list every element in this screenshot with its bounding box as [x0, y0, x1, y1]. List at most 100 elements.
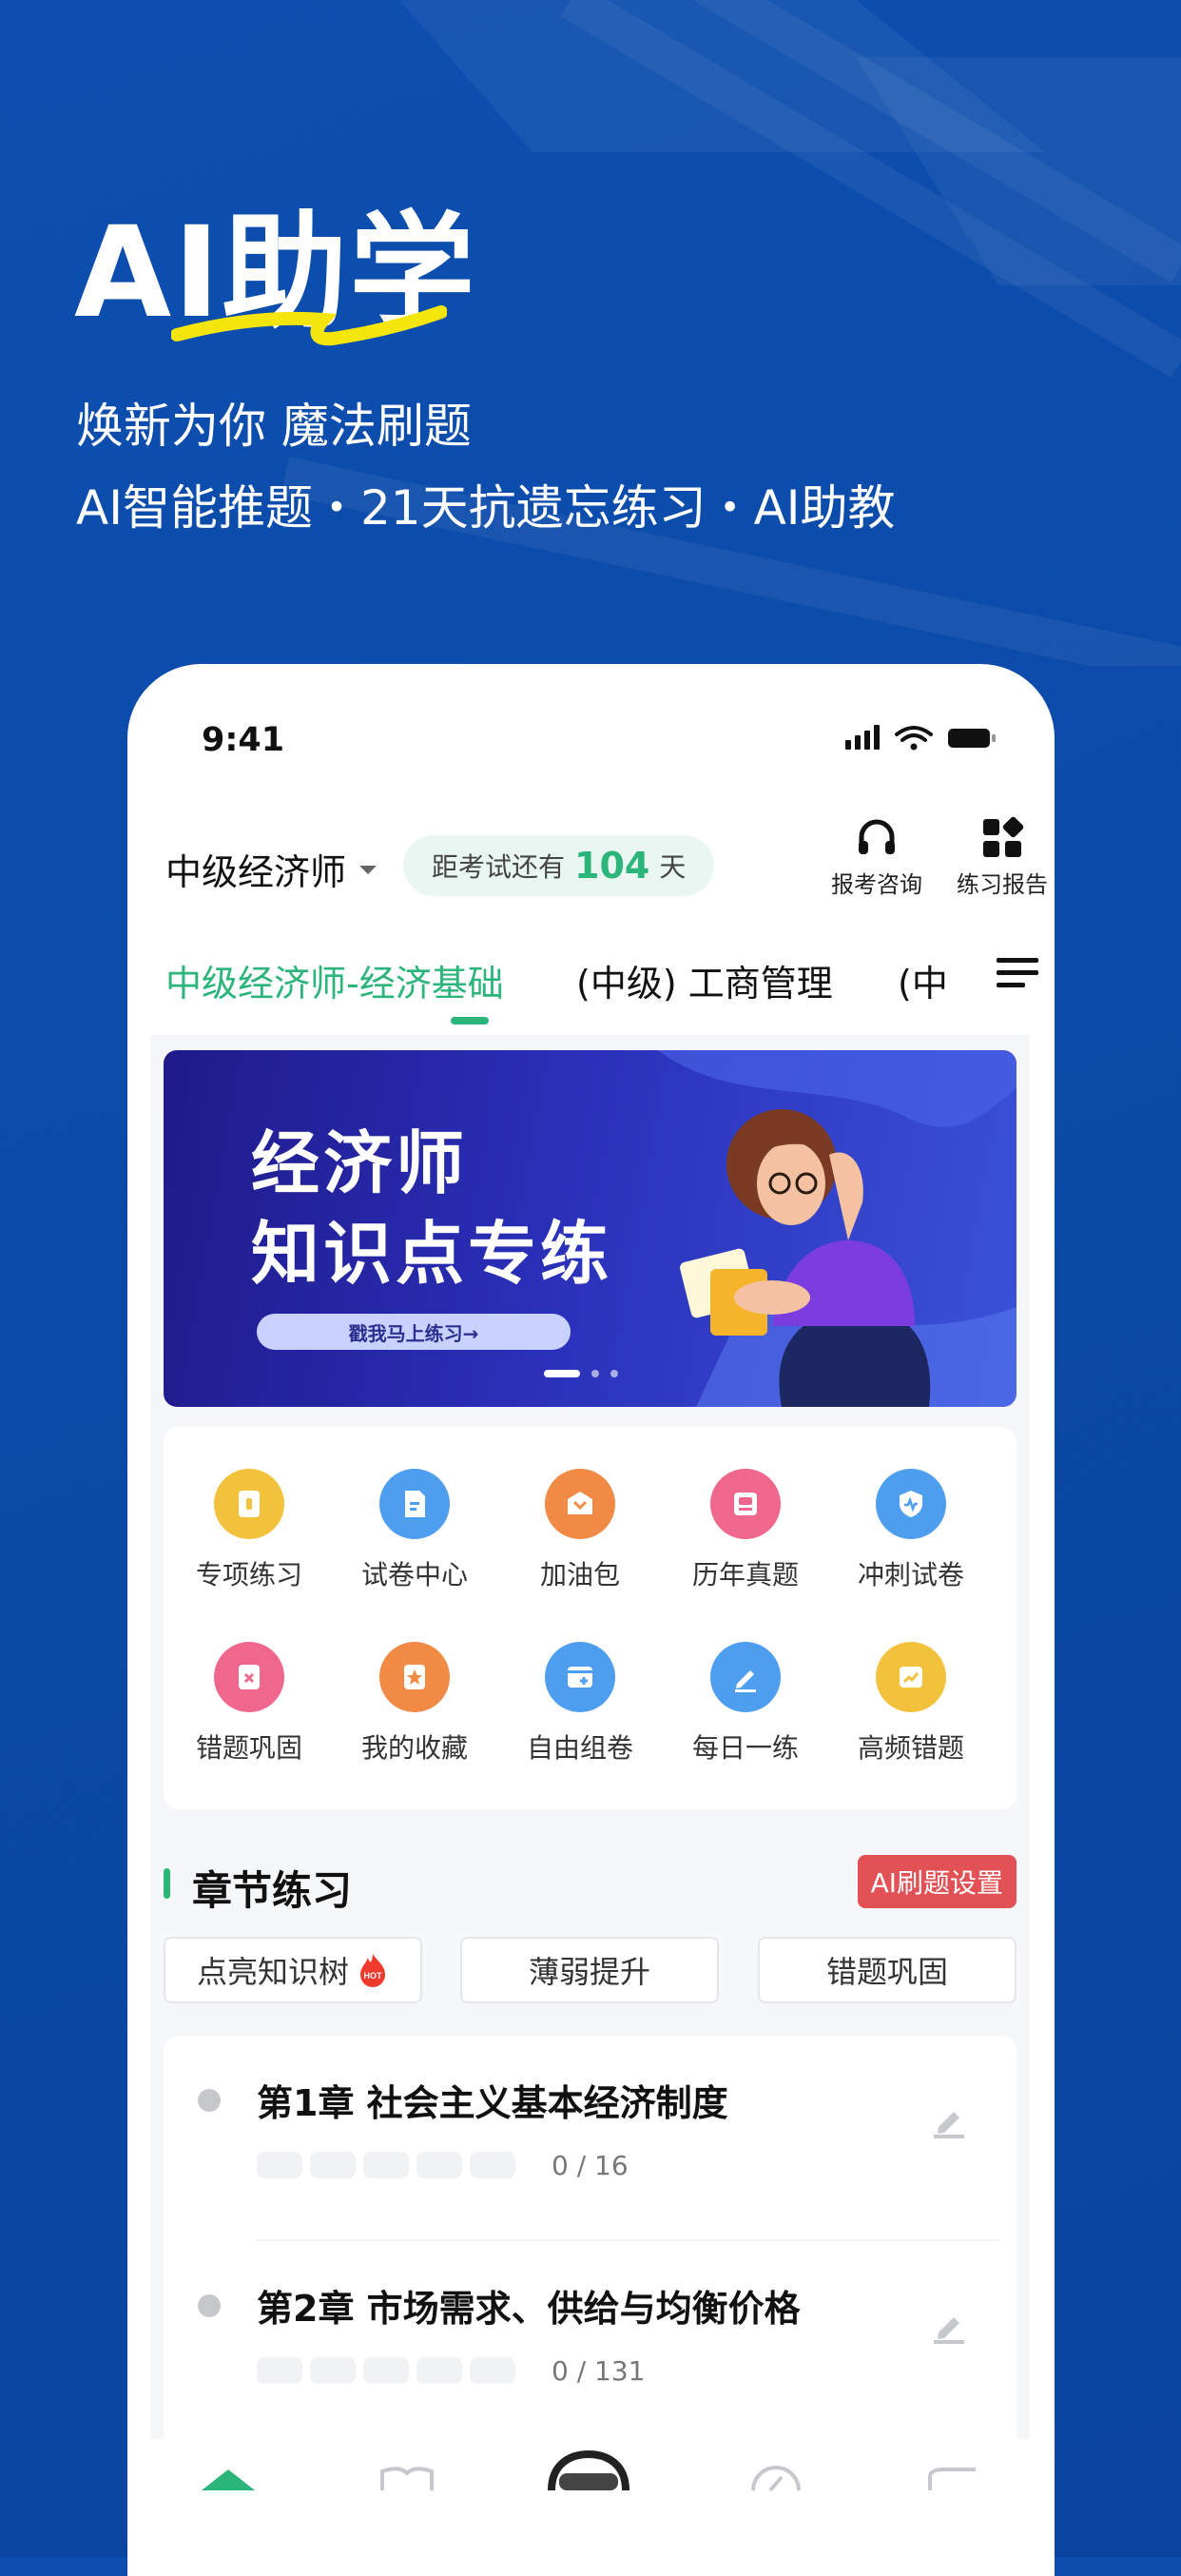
- chapter-title: 第2章 市场需求、供给与均衡价格: [257, 2288, 801, 2330]
- history-icon: [710, 1469, 781, 1539]
- book-nav-icon[interactable]: [377, 2464, 437, 2492]
- feature-label: 冲刺试卷: [857, 1559, 964, 1590]
- banner-title-line2: 知识点专练: [251, 1214, 613, 1294]
- gift-icon: [545, 1469, 615, 1539]
- tab-economics-basics[interactable]: 中级经济师-经济基础: [165, 954, 504, 1006]
- pagination-dot: [610, 1370, 618, 1377]
- edit-icon[interactable]: [929, 2100, 969, 2140]
- trend-icon: [876, 1642, 946, 1712]
- tab-indicator: [451, 1017, 489, 1025]
- ai-nav-icon[interactable]: [546, 2449, 631, 2492]
- feature-wrong-review[interactable]: 错题巩固: [166, 1642, 332, 1766]
- banner-cta-button[interactable]: 戳我马上练习→: [257, 1314, 571, 1350]
- hero-subtitle: 焕新为你 魔法刷题: [76, 399, 472, 454]
- feature-frequent-errors[interactable]: 高频错题: [828, 1642, 994, 1766]
- feature-paper-center[interactable]: 试卷中心: [332, 1469, 497, 1592]
- compose-icon: [545, 1642, 615, 1712]
- feature-grid: 专项练习 试卷中心 加油包 历年真题 冲刺试卷 错题巩固 我的收藏 自由组卷 每…: [164, 1427, 1016, 1809]
- pagination-dot-active: [544, 1370, 580, 1377]
- subject-tabs: 中级经济师-经济基础 (中级) 工商管理 (中: [165, 954, 1040, 1030]
- hero-features: AI智能推题・21天抗遗忘练习・AI助教: [76, 480, 896, 536]
- chapter-progress-count: 0 / 131: [552, 2355, 646, 2387]
- feature-favorites[interactable]: 我的收藏: [332, 1642, 497, 1766]
- chapter-progress-bar: [257, 2152, 515, 2178]
- tab-menu-button[interactable]: [997, 954, 1040, 996]
- status-icons: [845, 723, 997, 755]
- report-label: 练习报告: [957, 871, 1048, 898]
- feature-boost-pack[interactable]: 加油包: [497, 1469, 663, 1592]
- chapter-title: 第1章 社会主义基本经济制度: [257, 2082, 728, 2124]
- star-icon: [379, 1642, 450, 1712]
- section-accent-bar: [164, 1868, 170, 1899]
- filter-label: 错题巩固: [825, 1954, 948, 1990]
- caret-down-icon: [359, 865, 378, 874]
- filter-label: 薄弱提升: [528, 1954, 650, 1990]
- feature-daily-practice[interactable]: 每日一练: [663, 1642, 828, 1766]
- feature-label: 自由组卷: [526, 1732, 633, 1764]
- feature-label: 高频错题: [857, 1732, 964, 1764]
- pagination-dot: [591, 1370, 599, 1377]
- edit-icon[interactable]: [929, 2306, 969, 2346]
- status-time: 9:41: [202, 721, 285, 759]
- signal-icon: [845, 725, 880, 750]
- feature-label: 专项练习: [195, 1559, 302, 1590]
- consult-button[interactable]: 报考咨询: [820, 816, 934, 899]
- chapter-filters: 点亮知识树 HOT 薄弱提升 错题巩固: [164, 1937, 1016, 2007]
- banner-pagination: [544, 1370, 618, 1377]
- hot-label: HOT: [364, 1971, 383, 1981]
- feature-label: 我的收藏: [360, 1732, 468, 1764]
- feature-label: 试卷中心: [360, 1559, 468, 1590]
- filter-knowledge-tree[interactable]: 点亮知识树 HOT: [164, 1937, 422, 2003]
- section-title: 章节练习: [192, 1867, 353, 1914]
- feature-special-practice[interactable]: 专项练习: [166, 1469, 332, 1592]
- chapter-progress-bar: [257, 2357, 515, 2384]
- feature-sprint-papers[interactable]: 冲刺试卷: [828, 1469, 994, 1592]
- chapter-item[interactable]: 第2章 市场需求、供给与均衡价格 0 / 131: [164, 2241, 1016, 2445]
- chapter-bullet: [198, 2294, 221, 2317]
- consult-label: 报考咨询: [831, 871, 922, 898]
- filter-weak-improve[interactable]: 薄弱提升: [460, 1937, 719, 2003]
- hot-icon: HOT: [360, 1954, 385, 1987]
- tab-more[interactable]: (中: [898, 954, 948, 1006]
- pencil-icon: [710, 1642, 781, 1712]
- report-button[interactable]: 练习报告: [945, 816, 1055, 899]
- apps-icon: [983, 816, 1024, 857]
- chapter-bullet: [198, 2089, 221, 2112]
- exam-name: 中级经济师: [165, 851, 347, 893]
- feature-past-exams[interactable]: 历年真题: [663, 1469, 828, 1592]
- menu-icon: [997, 958, 1038, 987]
- exam-selector[interactable]: 中级经济师: [165, 843, 378, 895]
- battery-icon: [948, 729, 996, 748]
- top-bar: 中级经济师 距考试还有 104 天 报考咨询 练习报告: [165, 816, 1048, 940]
- bottom-nav: [127, 2439, 1055, 2576]
- hero-underline: [171, 305, 447, 346]
- filter-label: 点亮知识树: [196, 1954, 349, 1990]
- status-bar: 9:41: [127, 664, 1055, 797]
- ai-settings-button[interactable]: AI刷题设置: [857, 1855, 1016, 1908]
- profile-nav-icon[interactable]: [922, 2464, 983, 2492]
- countdown-prefix: 距考试还有: [432, 851, 566, 883]
- headset-icon: [859, 819, 895, 854]
- practice-icon: [214, 1469, 284, 1539]
- discover-nav-icon[interactable]: [745, 2464, 806, 2492]
- tab-business-management[interactable]: (中级) 工商管理: [576, 954, 833, 1006]
- home-nav-icon[interactable]: [198, 2464, 259, 2492]
- filter-wrong-review[interactable]: 错题巩固: [758, 1937, 1016, 2003]
- banner-title-line1: 经济师: [251, 1123, 469, 1203]
- exam-countdown: 距考试还有 104 天: [403, 835, 715, 896]
- feature-label: 错题巩固: [195, 1732, 302, 1764]
- main-content: 经济师 知识点专练 戳我马上练习→ 专项练习 试卷中心 加油包 历年真题 冲刺试…: [150, 1035, 1030, 2576]
- feature-label: 每日一练: [691, 1732, 799, 1764]
- feature-custom-paper[interactable]: 自由组卷: [497, 1642, 663, 1766]
- countdown-days: 104: [574, 845, 650, 887]
- promo-banner[interactable]: 经济师 知识点专练 戳我马上练习→: [164, 1050, 1016, 1407]
- countdown-suffix: 天: [659, 851, 687, 883]
- wifi-icon: [895, 726, 933, 742]
- chapter-item[interactable]: 第1章 社会主义基本经济制度 0 / 16: [164, 2036, 1016, 2239]
- shield-icon: [876, 1469, 946, 1539]
- paper-icon: [379, 1469, 450, 1539]
- chapter-progress-count: 0 / 16: [552, 2150, 629, 2181]
- chapter-section-header: 章节练习 AI刷题设置: [164, 1855, 1016, 1914]
- phone-screen: 9:41 中级经济师 距考试还有 104 天 报考咨询 练习报告 中级经济师-经…: [127, 664, 1055, 2576]
- person-illustration: [680, 1109, 931, 1407]
